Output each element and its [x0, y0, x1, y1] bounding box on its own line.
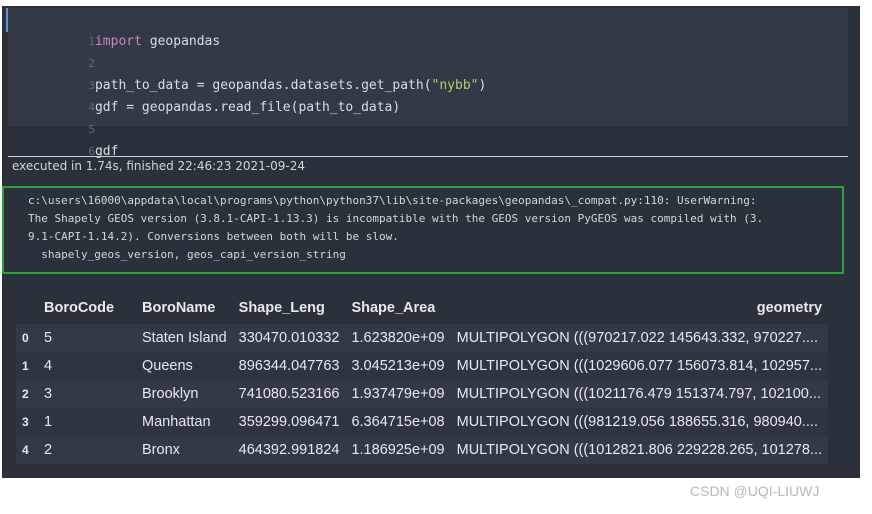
table-cell: 741080.523166	[232, 380, 346, 408]
code-line[interactable]: 5	[8, 100, 95, 136]
column-header: geometry	[450, 292, 829, 324]
row-index: 4	[16, 436, 38, 464]
stderr-line: shapely_geos_version, geos_capi_version_…	[28, 248, 346, 261]
table-cell: Queens	[136, 352, 233, 380]
table-cell: Manhattan	[136, 408, 233, 436]
row-index: 2	[16, 380, 38, 408]
index-header	[16, 292, 38, 324]
table-cell: 3.045213e+09	[345, 352, 451, 380]
table-cell: MULTIPOLYGON (((1021176.479 151374.797, …	[450, 380, 829, 408]
code-line[interactable]: 6gdf	[8, 122, 118, 159]
table-cell: 1.937479e+09	[345, 380, 451, 408]
code-text: geopandas	[141, 34, 221, 49]
row-index: 3	[16, 408, 38, 436]
table-cell: Brooklyn	[136, 380, 233, 408]
table-row: 0 5 Staten Island 330470.010332 1.623820…	[16, 324, 829, 352]
table-cell: 359299.096471	[232, 408, 346, 436]
code-cell[interactable]: 1import geopandas 2 3path_to_data = geop…	[6, 8, 848, 159]
code-line[interactable]: 1import geopandas	[8, 12, 220, 49]
row-index: 0	[16, 324, 38, 352]
table-cell: Bronx	[136, 436, 233, 464]
table-cell: 1.186925e+09	[345, 436, 451, 464]
table-cell: MULTIPOLYGON (((1012821.806 229228.265, …	[450, 436, 829, 464]
table-cell: 330470.010332	[232, 324, 346, 352]
code-text: )	[478, 78, 487, 93]
code-line[interactable]: 2	[8, 34, 95, 70]
stderr-output: c:\users\16000\appdata\local\programs\py…	[2, 186, 844, 274]
column-header: BoroName	[136, 292, 233, 324]
table-row: 2 3 Brooklyn 741080.523166 1.937479e+09 …	[16, 380, 829, 408]
execution-info: executed in 1.74s, finished 22:46:23 202…	[12, 159, 305, 173]
table-cell: 464392.991824	[232, 436, 346, 464]
notebook-panel: 1import geopandas 2 3path_to_data = geop…	[2, 6, 860, 478]
table-row: 1 4 Queens 896344.047763 3.045213e+09 MU…	[16, 352, 829, 380]
stderr-line: 9.1-CAPI-1.14.2). Conversions between bo…	[28, 230, 399, 243]
table-cell: 6.364715e+08	[345, 408, 451, 436]
table-cell: MULTIPOLYGON (((1029606.077 156073.814, …	[450, 352, 829, 380]
table-cell: 896344.047763	[232, 352, 346, 380]
table-header-row: BoroCode BoroName Shape_Leng Shape_Area …	[16, 292, 829, 324]
code-text: gdf = geopandas.read_file(path_to_data)	[94, 100, 401, 115]
code-line[interactable]: 3path_to_data = geopandas.datasets.get_p…	[8, 56, 486, 93]
table-cell: 5	[38, 324, 136, 352]
table-cell: 1.623820e+09	[345, 324, 451, 352]
table-cell: MULTIPOLYGON (((970217.022 145643.332, 9…	[450, 324, 829, 352]
code-string: "nybb"	[431, 78, 479, 93]
column-header: Shape_Area	[345, 292, 451, 324]
table-cell: Staten Island	[136, 324, 233, 352]
table-row: 4 2 Bronx 464392.991824 1.186925e+09 MUL…	[16, 436, 829, 464]
table-cell: MULTIPOLYGON (((981219.056 188655.316, 9…	[450, 408, 829, 436]
stderr-line: c:\users\16000\appdata\local\programs\py…	[28, 194, 757, 207]
dataframe-output: BoroCode BoroName Shape_Leng Shape_Area …	[16, 292, 829, 464]
code-line[interactable]: 4gdf = geopandas.read_file(path_to_data)	[8, 78, 400, 115]
code-keyword: import	[94, 34, 142, 49]
watermark: CSDN @UQI-LIUWJ	[690, 483, 820, 499]
stderr-line: The Shapely GEOS version (3.8.1-CAPI-1.1…	[28, 212, 764, 225]
row-index: 1	[16, 352, 38, 380]
column-header: BoroCode	[38, 292, 136, 324]
table-cell: 1	[38, 408, 136, 436]
table-cell: 2	[38, 436, 136, 464]
table-row: 3 1 Manhattan 359299.096471 6.364715e+08…	[16, 408, 829, 436]
table-cell: 3	[38, 380, 136, 408]
column-header: Shape_Leng	[232, 292, 346, 324]
table-cell: 4	[38, 352, 136, 380]
